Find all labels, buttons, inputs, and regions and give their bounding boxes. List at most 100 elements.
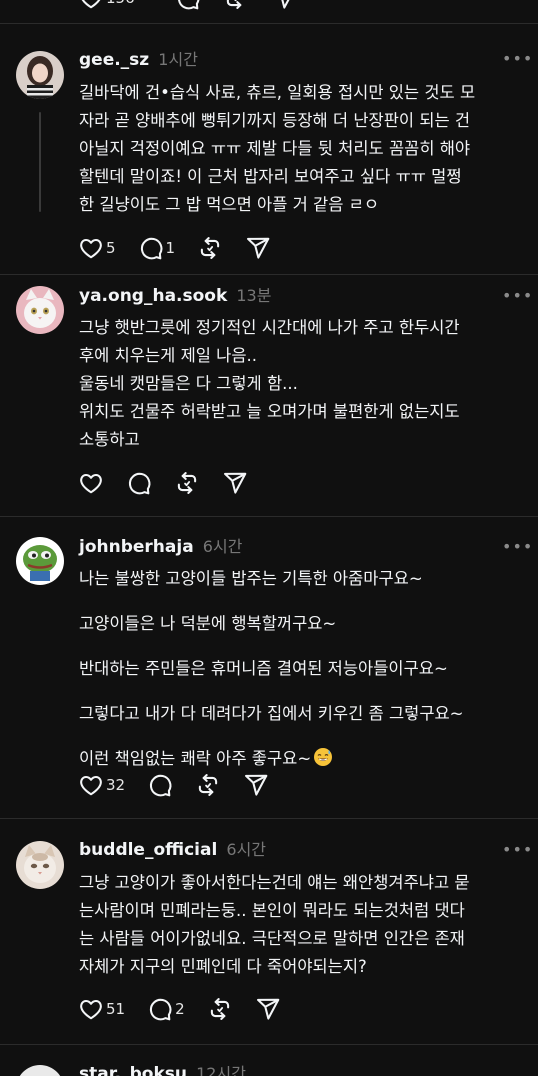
heart-icon <box>78 0 104 11</box>
text-line: 자체가 지구의 민폐인데 다 죽어야되는지? <box>79 957 367 976</box>
repost-icon <box>223 0 249 11</box>
thread-line <box>39 112 41 212</box>
repost-button[interactable] <box>197 234 223 262</box>
send-icon <box>243 772 269 798</box>
comment-bubble-icon <box>147 996 173 1022</box>
previous-post-partial: 156 <box>0 0 538 24</box>
like-count: 32 <box>106 776 126 794</box>
text-line: 길바닥에 건•습식 사료, 츄르, 일회용 접시만 있는 것도 모 <box>79 83 476 102</box>
comment-bubble-icon <box>126 470 152 496</box>
send-icon <box>255 996 281 1022</box>
post-header: ya.ong_ha.sook 13분 <box>79 284 271 308</box>
text-line: 후에 치우는게 제일 나음.. <box>79 346 258 365</box>
post-header: buddle_official 6시간 <box>79 838 266 862</box>
text-line: 자라 곧 양배추에 뻥튀기까지 등장해 더 난장판이 되는 건 <box>79 111 471 130</box>
reply-button[interactable]: 1 <box>138 234 176 262</box>
repost-icon <box>207 996 233 1022</box>
text-line: 그냥 햇반그릇에 정기적인 시간대에 나가 주고 한두시간 <box>79 318 460 337</box>
like-button[interactable]: 32 <box>78 771 125 799</box>
reply-button[interactable]: 2 <box>147 995 185 1023</box>
repost-icon <box>195 772 221 798</box>
repost-button[interactable] <box>207 995 233 1023</box>
post-header: star._boksu 12시간 <box>79 1062 246 1076</box>
timestamp: 1시간 <box>158 50 198 69</box>
timestamp: 6시간 <box>226 840 267 859</box>
post: star._boksu 12시간 <box>0 1045 538 1076</box>
heart-icon <box>78 996 104 1022</box>
comment-bubble-icon <box>147 772 173 798</box>
username[interactable]: gee._sz <box>79 50 149 70</box>
username[interactable]: star._boksu <box>79 1064 187 1076</box>
post-text: 길바닥에 건•습식 사료, 츄르, 일회용 접시만 있는 것도 모 자라 곧 양… <box>79 79 519 219</box>
post-text: 그냥 햇반그릇에 정기적인 시간대에 나가 주고 한두시간 후에 치우는게 제일… <box>79 314 519 454</box>
share-button[interactable] <box>271 0 297 12</box>
text-line: 울동네 캣맘들은 다 그렇게 함... <box>79 374 298 393</box>
text-paragraph: 반대하는 주민들은 휴머니즘 결여된 저능아들이구요~ <box>79 659 448 678</box>
action-bar: 5 1 <box>78 234 293 262</box>
post-text: 나는 불쌍한 고양이들 밥주는 기특한 아줌마구요~ 고양이들은 나 덕분에 행… <box>79 565 519 773</box>
text-paragraph-content: 이런 책임없는 쾌락 아주 좋구요~ <box>79 749 312 768</box>
username[interactable]: buddle_official <box>79 840 217 860</box>
send-icon <box>222 470 248 496</box>
action-bar: 156 <box>78 0 319 12</box>
text-line: 위치도 건물주 허락받고 늘 오며가며 불편한게 없는지도 <box>79 402 460 421</box>
action-bar: 32 <box>78 771 291 799</box>
more-dots-icon[interactable]: ••• <box>502 285 532 307</box>
avatar[interactable] <box>16 537 64 585</box>
share-button[interactable] <box>243 771 269 799</box>
text-line: 할텐데 말이죠! 이 근처 밥자리 보여주고 싶다 ㅠㅠ 멀쩡 <box>79 167 462 186</box>
text-line: 한 길냥이도 그 밥 먹으면 아플 거 같음 ㄹㅇ <box>79 195 380 214</box>
timestamp: 12시간 <box>196 1064 246 1076</box>
heart-icon <box>78 772 104 798</box>
avatar[interactable] <box>16 841 64 889</box>
reply-count: 1 <box>165 239 176 257</box>
repost-button[interactable] <box>195 771 221 799</box>
text-line: 는사람이며 민폐라는둥.. 본인이 뭐라도 되는것처럼 댓다 <box>79 901 465 920</box>
avatar[interactable] <box>16 51 64 99</box>
text-line: 그냥 고양이가 좋아서한다는건데 얘는 왜안챙겨주냐고 묻 <box>79 873 470 892</box>
reply-button[interactable] <box>147 771 173 799</box>
post-header: gee._sz 1시간 <box>79 48 198 72</box>
post-text: 그냥 고양이가 좋아서한다는건데 얘는 왜안챙겨주냐고 묻 는사람이며 민폐라는… <box>79 869 519 981</box>
reply-button[interactable] <box>126 469 152 497</box>
timestamp: 13분 <box>236 286 272 305</box>
more-dots-icon[interactable]: ••• <box>502 48 532 70</box>
like-count: 156 <box>106 0 135 7</box>
like-button[interactable]: 5 <box>78 234 116 262</box>
like-count: 51 <box>106 1000 126 1018</box>
post: ya.ong_ha.sook 13분 ••• 그냥 햇반그릇에 정기적인 시간대… <box>0 275 538 517</box>
post: gee._sz 1시간 ••• 길바닥에 건•습식 사료, 츄르, 일회용 접시… <box>0 24 538 275</box>
action-bar <box>78 469 270 497</box>
more-dots-icon[interactable]: ••• <box>502 536 532 558</box>
timestamp: 6시간 <box>202 537 243 556</box>
more-dots-icon[interactable]: ••• <box>502 839 532 861</box>
text-paragraph: 그렇다고 내가 다 데려다가 집에서 키우긴 좀 그렇구요~ <box>79 704 464 723</box>
share-button[interactable] <box>222 469 248 497</box>
username[interactable]: ya.ong_ha.sook <box>79 286 227 306</box>
repost-icon <box>197 235 223 261</box>
text-line: 는 사람들 어이가없네요. 극단적으로 말하면 인간은 존재 <box>79 929 465 948</box>
avatar[interactable] <box>16 286 64 334</box>
reply-count: 2 <box>175 1000 185 1018</box>
repost-button[interactable] <box>174 469 200 497</box>
username[interactable]: johnberhaja <box>79 537 194 557</box>
share-button[interactable] <box>255 995 281 1023</box>
share-button[interactable] <box>245 234 271 262</box>
like-button[interactable] <box>78 469 104 497</box>
like-button[interactable]: 51 <box>78 995 125 1023</box>
text-paragraph: 고양이들은 나 덕분에 행복할꺼구요~ <box>79 614 337 633</box>
avatar[interactable] <box>16 1065 64 1076</box>
post-header: johnberhaja 6시간 <box>79 535 242 559</box>
text-paragraph: 이런 책임없는 쾌락 아주 좋구요~ <box>79 745 519 773</box>
repost-button[interactable] <box>223 0 249 12</box>
text-line: 아닐지 걱정이예요 ㅠㅠ 제발 다들 뒷 처리도 꼼꼼히 해야 <box>79 139 471 158</box>
send-icon <box>271 0 297 11</box>
reply-button[interactable] <box>175 0 201 12</box>
comment-bubble-icon <box>138 235 164 261</box>
grinning-sweat-emoji <box>314 748 333 766</box>
heart-icon <box>78 470 104 496</box>
text-line: 소통하고 <box>79 430 140 449</box>
like-button[interactable]: 156 <box>78 0 135 12</box>
post: johnberhaja 6시간 ••• 나는 불쌍한 고양이들 밥주는 기특한 … <box>0 517 538 819</box>
heart-icon <box>78 235 104 261</box>
